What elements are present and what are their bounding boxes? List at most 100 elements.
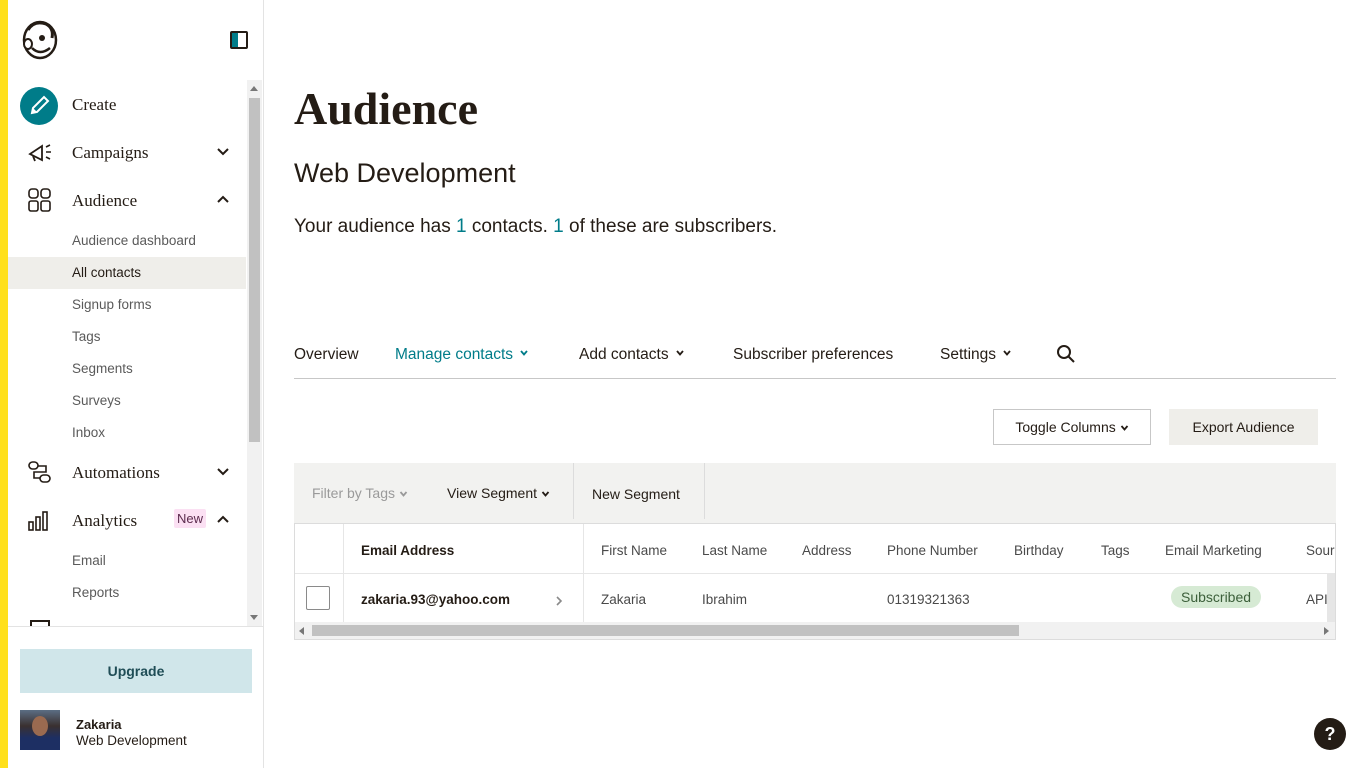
chevron-down-icon[interactable] bbox=[216, 464, 230, 478]
tab-label: Add contacts bbox=[579, 346, 669, 363]
summary-suffix: of these are subscribers. bbox=[563, 216, 778, 237]
sub-label: Inbox bbox=[72, 425, 106, 440]
sub-label: Email bbox=[72, 553, 106, 568]
nav-create[interactable]: Create bbox=[8, 82, 246, 126]
chevron-down-icon bbox=[1003, 350, 1011, 356]
scrollbar-thumb[interactable] bbox=[312, 625, 1019, 636]
bar-chart-icon bbox=[26, 506, 54, 534]
avatar[interactable] bbox=[20, 710, 60, 750]
search-icon[interactable] bbox=[1056, 344, 1076, 364]
tab-subscriber-preferences[interactable]: Subscriber preferences bbox=[733, 346, 893, 364]
automation-icon bbox=[26, 458, 54, 486]
contact-source: API bbox=[1306, 592, 1328, 607]
contact-last-name: Ibrahim bbox=[702, 592, 748, 607]
chevron-up-icon[interactable] bbox=[216, 192, 230, 206]
scroll-left-icon[interactable] bbox=[299, 627, 304, 635]
row-checkbox[interactable] bbox=[306, 586, 330, 610]
sub-all-contacts[interactable]: All contacts bbox=[8, 257, 246, 289]
nav-campaigns[interactable]: Campaigns bbox=[8, 130, 246, 174]
tab-overview[interactable]: Overview bbox=[294, 346, 359, 364]
contacts-count: 1 bbox=[455, 216, 467, 237]
sub-reports[interactable]: Reports bbox=[8, 577, 246, 609]
chevron-down-icon bbox=[399, 491, 408, 497]
brand-stripe bbox=[0, 0, 8, 768]
header-tags[interactable]: Tags bbox=[1101, 543, 1130, 558]
tab-label: Subscriber preferences bbox=[733, 346, 894, 363]
scroll-up-icon[interactable] bbox=[250, 86, 258, 91]
sidebar-footer: Upgrade Zakaria Web Development bbox=[8, 626, 264, 768]
scrollbar-thumb[interactable] bbox=[249, 98, 260, 442]
sub-segments[interactable]: Segments bbox=[8, 353, 246, 385]
sidebar-collapse-icon[interactable] bbox=[230, 31, 248, 49]
sub-email[interactable]: Email bbox=[8, 545, 246, 577]
sidebar-scrollbar[interactable] bbox=[247, 80, 262, 626]
toggle-columns-button[interactable]: Toggle Columns bbox=[993, 409, 1151, 445]
scroll-down-icon[interactable] bbox=[250, 615, 258, 620]
contact-email[interactable]: zakaria.93@yahoo.com bbox=[361, 592, 510, 607]
divider bbox=[573, 463, 574, 519]
chevron-down-icon[interactable] bbox=[216, 144, 230, 158]
row-divider bbox=[295, 573, 1335, 574]
new-segment-button[interactable]: New Segment bbox=[592, 486, 680, 502]
header-source[interactable]: Sour bbox=[1306, 543, 1335, 558]
sub-audience-dashboard[interactable]: Audience dashboard bbox=[8, 225, 246, 257]
status-badge: Subscribed bbox=[1171, 586, 1262, 608]
header-birthday[interactable]: Birthday bbox=[1014, 543, 1064, 558]
chevron-down-icon bbox=[541, 491, 550, 497]
chevron-right-icon[interactable] bbox=[555, 595, 563, 607]
view-segment-label: View Segment bbox=[447, 485, 538, 501]
mailchimp-logo-icon[interactable] bbox=[20, 18, 60, 62]
nav-automations[interactable]: Automations bbox=[8, 450, 246, 494]
scroll-right-icon[interactable] bbox=[1324, 627, 1329, 635]
tab-settings[interactable]: Settings bbox=[940, 346, 1011, 364]
audience-tabs: Overview Manage contacts Add contacts Su… bbox=[294, 332, 1336, 379]
new-badge: New bbox=[174, 509, 207, 528]
tab-label: Manage contacts bbox=[395, 346, 514, 363]
header-phone[interactable]: Phone Number bbox=[887, 543, 978, 558]
header-email[interactable]: Email Address bbox=[361, 543, 454, 558]
sidebar: Create Campaigns Audience Audience dashb… bbox=[8, 0, 264, 768]
nav-analytics[interactable]: Analytics New bbox=[8, 498, 246, 542]
tab-manage-contacts[interactable]: Manage contacts bbox=[395, 346, 528, 364]
pencil-icon bbox=[20, 87, 58, 125]
chevron-down-icon bbox=[1120, 425, 1128, 431]
table-edge-shadow bbox=[1327, 574, 1335, 622]
view-segment-dropdown[interactable]: View Segment bbox=[447, 485, 550, 501]
nav-campaigns-label: Campaigns bbox=[72, 143, 149, 162]
page-title: Audience bbox=[294, 83, 478, 134]
sub-label: Tags bbox=[72, 329, 101, 344]
filter-by-tags-label: Filter by Tags bbox=[312, 485, 395, 501]
summary-middle: contacts. bbox=[466, 216, 554, 237]
help-button[interactable]: ? bbox=[1314, 718, 1346, 750]
sub-tags[interactable]: Tags bbox=[8, 321, 246, 353]
contacts-table: Email Address First Name Last Name Addre… bbox=[294, 523, 1336, 640]
nav-audience[interactable]: Audience bbox=[8, 178, 246, 222]
contact-phone: 01319321363 bbox=[887, 592, 970, 607]
header-address[interactable]: Address bbox=[802, 543, 852, 558]
tab-add-contacts[interactable]: Add contacts bbox=[579, 346, 684, 364]
sub-surveys[interactable]: Surveys bbox=[8, 385, 246, 417]
sub-label: Signup forms bbox=[72, 297, 152, 312]
sub-label: All contacts bbox=[72, 265, 142, 280]
tab-label: Settings bbox=[940, 346, 997, 363]
audience-icon bbox=[26, 186, 54, 214]
nav-create-label: Create bbox=[72, 95, 117, 114]
table-horizontal-scrollbar[interactable] bbox=[295, 622, 1335, 639]
chevron-down-icon bbox=[675, 350, 684, 356]
sub-inbox[interactable]: Inbox bbox=[8, 417, 246, 449]
nav-automations-label: Automations bbox=[72, 463, 160, 482]
header-email-marketing[interactable]: Email Marketing bbox=[1165, 543, 1262, 558]
sub-label: Segments bbox=[72, 361, 133, 376]
divider bbox=[704, 463, 705, 519]
sub-signup-forms[interactable]: Signup forms bbox=[8, 289, 246, 321]
header-last-name[interactable]: Last Name bbox=[702, 543, 767, 558]
megaphone-icon bbox=[26, 138, 54, 166]
header-first-name[interactable]: First Name bbox=[601, 543, 667, 558]
audience-name: Web Development bbox=[294, 158, 516, 188]
contact-first-name: Zakaria bbox=[601, 592, 647, 607]
nav-audience-label: Audience bbox=[72, 191, 138, 210]
upgrade-button[interactable]: Upgrade bbox=[20, 649, 252, 693]
filter-by-tags-dropdown[interactable]: Filter by Tags bbox=[312, 485, 408, 501]
chevron-up-icon[interactable] bbox=[216, 512, 230, 526]
export-audience-button[interactable]: Export Audience bbox=[1169, 409, 1318, 445]
